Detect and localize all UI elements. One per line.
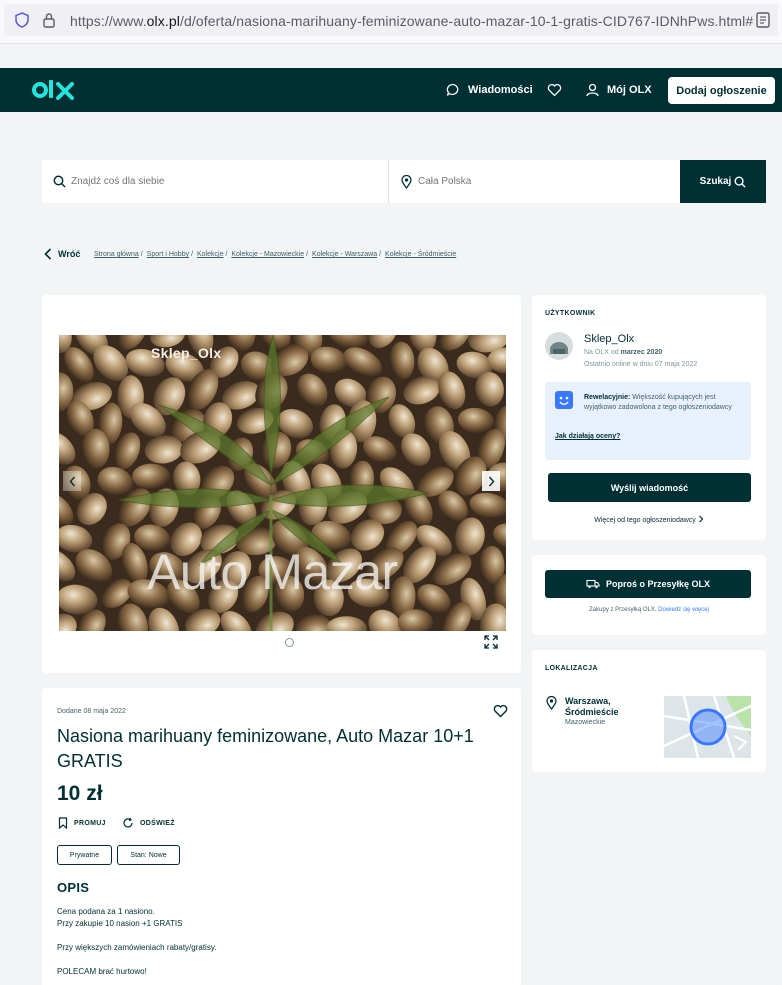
description-line: POLECAM brać hurtowo!: [57, 967, 147, 976]
photo-overlay-top: Sklep_Olx: [151, 345, 222, 361]
add-listing-button[interactable]: Dodaj ogłoszenie: [668, 77, 775, 104]
prev-photo-button[interactable]: [63, 471, 81, 491]
refresh-icon: [123, 817, 133, 828]
rating-help-link[interactable]: Jak działają oceny?: [555, 433, 620, 440]
breadcrumb-item[interactable]: Kolekcje: [197, 251, 223, 258]
user-icon: [586, 83, 599, 97]
shipping-card: Poproś o Przesyłkę OLX Zakupy z Przesyłk…: [532, 555, 766, 635]
search-field-wrap: [42, 160, 389, 203]
refresh-label: ODŚWIEŻ: [140, 819, 175, 827]
tag-private[interactable]: Prywatne: [57, 845, 112, 865]
send-message-button[interactable]: Wyślij wiadomość: [548, 473, 751, 502]
ad-details-card: Dodane 08 maja 2022 Nasiona marihuany fe…: [42, 688, 521, 985]
request-shipping-label: Poproś o Przesyłkę OLX: [605, 579, 711, 589]
breadcrumb: Strona główna / Sport i Hobby / Kolekcje / …: [94, 251, 457, 258]
avatar[interactable]: [545, 332, 573, 360]
location-field-wrap: [389, 160, 680, 203]
ad-date: Dodane 08 maja 2022: [57, 708, 126, 715]
breadcrumb-item[interactable]: Kolekcje - Śródmieście: [385, 251, 456, 258]
location-city: Warszawa, Śródmieście: [565, 696, 619, 717]
location-pin-icon: [546, 696, 557, 710]
map-thumbnail: [664, 696, 751, 758]
description-line: Przy zakupie 10 nasion +1 GRATIS: [57, 919, 183, 928]
description-line: Cena podana za 1 nasiono.: [57, 907, 155, 916]
search-input[interactable]: [71, 160, 371, 203]
seed-shape: [132, 463, 171, 490]
refresh-button[interactable]: ODŚWIEŻ: [122, 817, 175, 829]
ad-price: 10 zł: [57, 782, 103, 805]
photo-pagination-dot[interactable]: [285, 638, 294, 647]
shield-icon[interactable]: [14, 12, 30, 28]
description-line: Przy większych zamówieniach rabaty/grati…: [57, 943, 217, 952]
chevron-left-icon: [44, 248, 52, 260]
seller-card: UŻYTKOWNIK Sklep_Olx Na OLX od marzec 20…: [532, 295, 766, 540]
search-icon: [734, 176, 746, 188]
location-input[interactable]: [418, 160, 668, 203]
nav-messages[interactable]: Wiadomości: [446, 68, 533, 112]
seller-rating-box: Rewelacyjnie: Większość kupujących jest …: [545, 382, 751, 460]
location-region: Mazowieckie: [565, 719, 606, 726]
nav-favorites[interactable]: [547, 68, 570, 112]
bookmark-icon: [58, 817, 68, 829]
chevron-right-icon: [698, 515, 704, 523]
listing-photo[interactable]: Sklep_Olx Auto Mazar: [59, 335, 506, 631]
breadcrumb-item[interactable]: Sport i Hobby: [147, 251, 189, 258]
nav-my-olx-label: Mój OLX: [607, 84, 652, 96]
promote-label: PROMUJ: [74, 819, 106, 827]
seller-section-heading: UŻYTKOWNIK: [545, 310, 596, 317]
chevron-left-icon: [69, 476, 75, 486]
search-icon: [53, 175, 66, 188]
chat-bubble-icon: [446, 83, 459, 96]
tag-condition[interactable]: Stan: Nowe: [117, 845, 180, 865]
nav-my-olx[interactable]: Mój OLX: [586, 68, 652, 112]
back-link[interactable]: Wróć: [44, 248, 80, 260]
url-text[interactable]: https://www.olx.pl/d/oferta/nasiona-mari…: [70, 13, 754, 29]
seller-since: Na OLX od marzec 2020: [584, 349, 663, 356]
truck-icon: [586, 579, 600, 589]
heart-icon[interactable]: [493, 704, 508, 718]
site-header: Wiadomości Mój OLX Dodaj ogłoszenie: [0, 68, 782, 112]
search-bar: Szukaj: [42, 160, 766, 203]
chevron-right-icon: [488, 476, 494, 486]
smiley-icon: [555, 391, 573, 409]
shipping-learn-more-link[interactable]: Dowiedz się więcej: [658, 607, 709, 613]
address-bar[interactable]: https://www.olx.pl/d/oferta/nasiona-mari…: [4, 4, 778, 36]
browser-toolbar: https://www.olx.pl/d/oferta/nasiona-mari…: [0, 0, 782, 44]
fullscreen-icon[interactable]: [484, 635, 498, 649]
ad-title: Nasiona marihuany feminizowane, Auto Maz…: [57, 726, 474, 771]
seller-name[interactable]: Sklep_Olx: [584, 333, 634, 345]
gallery-card: Sklep_Olx Auto Mazar: [42, 295, 521, 673]
back-label: Wróć: [58, 249, 81, 259]
search-button[interactable]: Szukaj: [680, 160, 766, 203]
breadcrumb-item[interactable]: Kolekcje - Mazowieckie: [231, 251, 304, 258]
photo-overlay-big: Auto Mazar: [147, 544, 398, 600]
location-section-heading: LOKALIZACJA: [545, 665, 598, 672]
heart-icon: [547, 83, 562, 97]
lock-icon[interactable]: [42, 12, 56, 28]
shipping-info: Zakupy z Przesyłką OLX. Dowiedz się więc…: [589, 607, 709, 613]
location-map[interactable]: [664, 696, 751, 758]
avatar-image: [545, 332, 573, 360]
nav-messages-label: Wiadomości: [468, 84, 533, 96]
search-button-label: Szukaj: [699, 176, 732, 187]
more-from-seller-link[interactable]: Więcej od tego ogłoszeniodawcy: [532, 515, 766, 524]
description-text: Cena podana za 1 nasiono. Przy zakupie 1…: [57, 906, 497, 978]
request-shipping-button[interactable]: Poproś o Przesyłkę OLX: [545, 570, 751, 598]
seller-last-online: Ostatnio online w dniu 07 maja 2022: [584, 361, 698, 368]
location-pin-icon: [401, 175, 412, 189]
rating-text: Rewelacyjnie: Większość kupujących jest …: [584, 394, 732, 411]
next-photo-button[interactable]: [482, 471, 500, 491]
reader-view-icon[interactable]: [756, 12, 770, 28]
promote-button[interactable]: PROMUJ: [58, 817, 106, 829]
location-card: LOKALIZACJA Warszawa, Śródmieście Mazowi…: [532, 650, 766, 772]
olx-logo[interactable]: [32, 78, 78, 102]
breadcrumb-item[interactable]: Kolekcje - Warszawa: [312, 251, 377, 258]
breadcrumb-item[interactable]: Strona główna: [94, 251, 139, 258]
description-heading: OPIS: [57, 880, 90, 895]
